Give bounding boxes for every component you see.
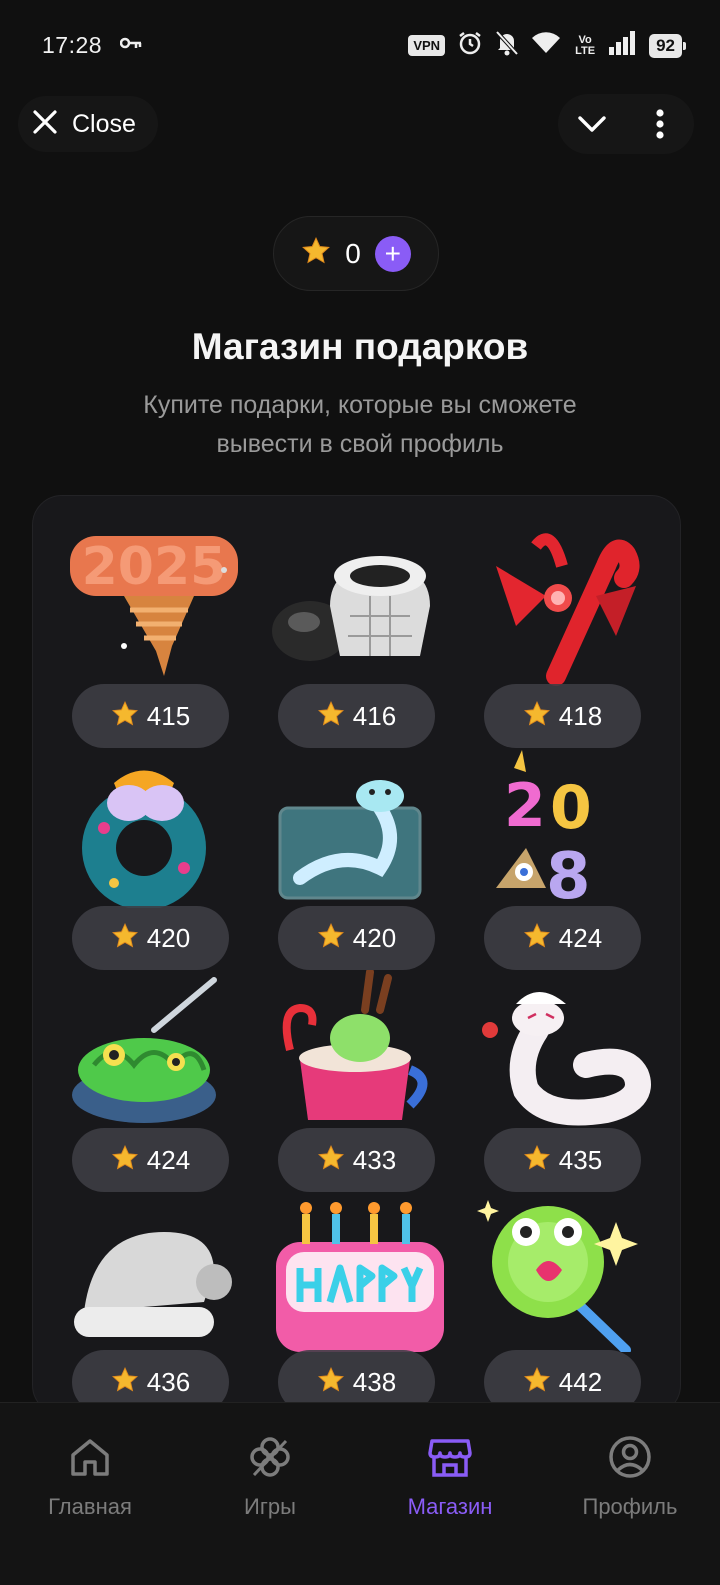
nav-label: Профиль [582,1494,678,1519]
svg-text:2: 2 [504,771,546,841]
page-title: Магазин подарков [191,326,529,367]
nav-item-store[interactable]: Магазин [360,1403,540,1585]
svg-text:8: 8 [546,840,591,908]
nav-item-games[interactable]: Игры [180,1403,360,1585]
gift-price: 420 [352,922,397,953]
gift-image-monster-pasta [72,977,217,1123]
price-button[interactable]: 424 [484,906,641,970]
vpn-badge: VPN [408,35,446,56]
gift-item[interactable]: 418 [476,526,666,748]
price-button[interactable]: 416 [278,684,435,748]
price-button[interactable]: 435 [484,1128,641,1192]
gift-image-frog-lollipop [477,1200,638,1352]
gift-image-white-snake [482,992,651,1126]
store-icon [428,1435,472,1484]
gift-price: 436 [146,1366,191,1397]
price-button[interactable]: 420 [278,906,435,970]
more-vertical-icon[interactable] [635,99,685,149]
nav-item-profile[interactable]: Профиль [540,1403,720,1585]
nav-label: Игры [244,1494,296,1519]
battery-indicator: 92 [649,33,686,58]
nav-item-home[interactable]: Главная [0,1403,180,1585]
price-button[interactable]: 418 [484,684,641,748]
star-icon [523,922,551,955]
clover-icon [248,1435,292,1484]
gift-item[interactable]: 436 [64,1192,254,1414]
bottom-navigation: Главная Игры Магазин Профиль [0,1402,720,1585]
star-icon [111,1366,139,1399]
star-icon [317,1366,345,1399]
price-button[interactable]: 415 [72,684,229,748]
gift-image-cocoa-mug [282,970,428,1120]
gift-item[interactable]: 416 [270,526,460,748]
gift-image-2025-tornado: 2025 [70,536,238,676]
gift-price: 424 [558,922,603,953]
nav-label: Магазин [407,1494,493,1519]
close-button[interactable]: Close [18,96,158,152]
gift-item[interactable]: 2 0 8 424 [476,748,666,970]
balance-value: 0 [345,237,361,269]
close-label: Close [72,109,136,138]
gift-price: 418 [558,700,603,731]
status-bar: 17:28 VPN Vo LTE 92 [0,0,720,92]
gift-price: 416 [352,700,397,731]
signal-icon [609,31,637,60]
gift-image-santa-hat [74,1232,232,1337]
home-icon [68,1435,112,1484]
star-icon [317,1144,345,1177]
price-button[interactable]: 433 [278,1128,435,1192]
gift-image-unicorn-2018: 2 0 8 [496,750,592,908]
gift-item[interactable]: 2025 415 [64,526,254,748]
alarm-icon [457,30,483,61]
star-icon [301,236,331,271]
gift-price: 420 [146,922,191,953]
star-icon [111,700,139,733]
gift-item[interactable]: 435 [476,970,666,1192]
star-icon [111,922,139,955]
gift-price: 442 [558,1366,603,1397]
volte-indicator: Vo LTE [575,33,596,57]
gift-grid: 2025 415 416 418 420 420 2 0 8 424 424 4… [32,495,681,1415]
price-button[interactable]: 420 [72,906,229,970]
star-icon [523,700,551,733]
gift-item[interactable]: 424 [64,970,254,1192]
gift-item[interactable]: 420 [64,748,254,970]
star-icon [317,700,345,733]
gift-image-candy-cane-bow [496,533,640,686]
plus-icon[interactable]: + [374,235,411,272]
gift-price: 438 [352,1366,397,1397]
gift-item[interactable]: 433 [270,970,460,1192]
close-icon [32,109,58,140]
gift-image-happy-birthday-cake [276,1202,444,1352]
star-icon [523,1366,551,1399]
status-time: 17:28 [42,32,103,58]
gift-price: 415 [146,700,191,731]
price-button[interactable]: 424 [72,1128,229,1192]
gift-price: 424 [146,1144,191,1175]
gift-image-spider-web-hat [272,556,430,661]
header-actions [558,94,694,154]
star-icon [317,922,345,955]
key-icon [119,36,142,55]
chevron-down-icon[interactable] [567,99,617,149]
bell-off-icon [495,30,519,61]
star-icon [523,1144,551,1177]
wifi-icon [531,31,561,60]
svg-text:2025: 2025 [82,537,227,597]
gift-price: 435 [558,1144,603,1175]
gift-image-christmas-wreath [82,770,206,908]
stars-balance: 0 + [273,216,439,291]
gift-price: 433 [352,1144,397,1175]
page-subtitle: Купите подарки, которые вы сможете вывес… [143,391,577,458]
gift-item[interactable]: 442 [476,1192,666,1414]
gift-item[interactable]: 438 [270,1192,460,1414]
profile-icon [608,1435,652,1484]
nav-label: Главная [48,1494,132,1519]
star-icon [111,1144,139,1177]
svg-text:0: 0 [550,773,592,843]
gift-item[interactable]: 420 [270,748,460,970]
gift-image-snake-aquarium [278,780,422,900]
